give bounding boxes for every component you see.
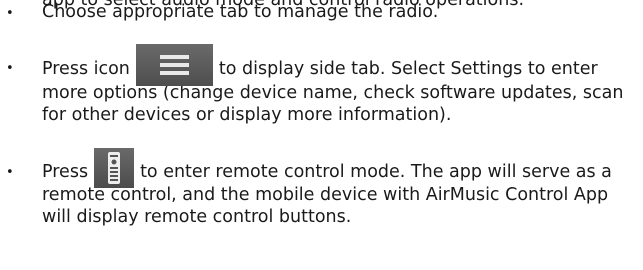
bullet: • [6,6,14,21]
bullet: • [6,165,14,180]
menu-icon [135,44,213,86]
list-item-text: Press to enter remote control mode. The a… [42,148,642,228]
text-before-icon: Press icon [42,59,130,79]
bullet: • [6,61,14,76]
text-before-icon: Press [42,162,89,182]
remote-control-icon [94,148,135,188]
list-item-text: Press icon to display side tab. Select Se… [42,44,642,126]
list-item-text: Choose appropriate tab to manage the rad… [42,2,439,22]
